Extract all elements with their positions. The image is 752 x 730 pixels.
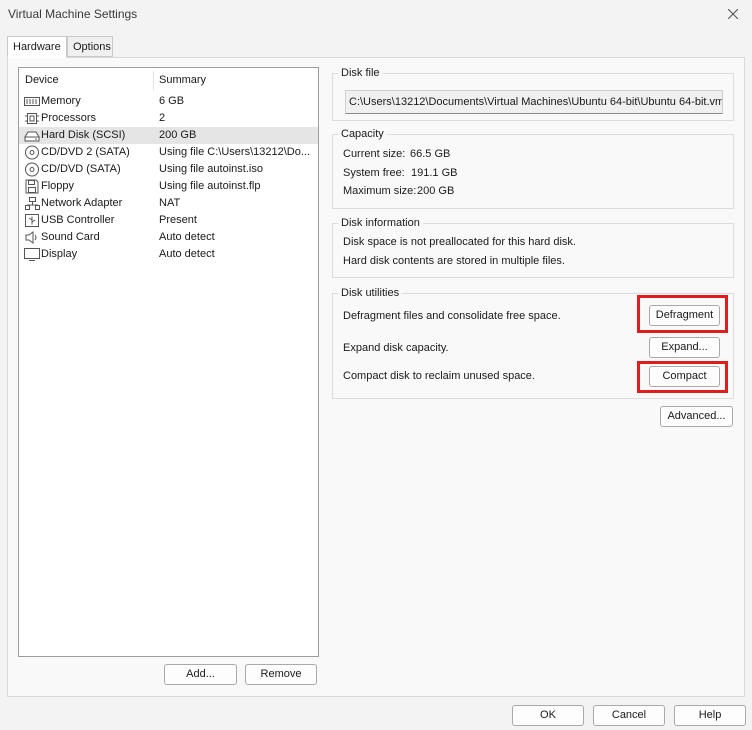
title-bar: Virtual Machine Settings bbox=[0, 0, 752, 30]
disk-info-multiple-files: Hard disk contents are stored in multipl… bbox=[343, 255, 565, 267]
device-row-display[interactable]: Display Auto detect bbox=[19, 246, 318, 263]
device-row-usb-controller[interactable]: USB Controller Present bbox=[19, 212, 318, 229]
disk-information-title: Disk information bbox=[338, 217, 423, 229]
expand-button[interactable]: Expand... bbox=[649, 337, 720, 358]
speaker-icon bbox=[25, 231, 37, 244]
device-summary: Auto detect bbox=[159, 248, 215, 260]
system-free-label: System free: bbox=[343, 167, 405, 179]
disk-information-group: Disk information Disk space is not preal… bbox=[332, 217, 734, 278]
device-summary: NAT bbox=[159, 197, 181, 209]
device-summary: Auto detect bbox=[159, 231, 215, 243]
cancel-button[interactable]: Cancel bbox=[593, 705, 665, 726]
memory-icon bbox=[24, 97, 40, 106]
cd-dvd-icon bbox=[25, 162, 39, 177]
disk-file-path-field[interactable]: C:\Users\13212\Documents\Virtual Machine… bbox=[345, 90, 723, 114]
device-row-hard-disk[interactable]: Hard Disk (SCSI) 200 GB bbox=[19, 127, 318, 144]
tab-options[interactable]: Options bbox=[67, 36, 113, 57]
compact-highlight bbox=[637, 361, 728, 393]
disk-file-group: Disk file C:\Users\13212\Documents\Virtu… bbox=[332, 67, 734, 121]
ok-button[interactable]: OK bbox=[512, 705, 584, 726]
device-name: Floppy bbox=[41, 180, 75, 192]
close-button[interactable] bbox=[720, 3, 746, 25]
device-list[interactable]: Device Summary Memory 6 GB Processors 2 … bbox=[18, 67, 319, 657]
expand-description: Expand disk capacity. bbox=[343, 342, 449, 354]
disk-file-title: Disk file bbox=[338, 67, 383, 79]
device-row-cd-dvd[interactable]: CD/DVD (SATA) Using file autoinst.iso bbox=[19, 161, 318, 178]
floppy-icon bbox=[25, 179, 39, 194]
device-name: USB Controller bbox=[41, 214, 115, 226]
device-name: Processors bbox=[41, 112, 97, 124]
window-title: Virtual Machine Settings bbox=[8, 7, 138, 21]
defragment-description: Defragment files and consolidate free sp… bbox=[343, 310, 561, 322]
cd-dvd-icon bbox=[25, 145, 39, 160]
column-header-device[interactable]: Device bbox=[25, 74, 59, 86]
disk-info-preallocation: Disk space is not preallocated for this … bbox=[343, 236, 576, 248]
device-row-memory[interactable]: Memory 6 GB bbox=[19, 93, 318, 110]
maximum-size-label: Maximum size: bbox=[343, 185, 417, 197]
advanced-button[interactable]: Advanced... bbox=[660, 406, 733, 427]
device-name: CD/DVD 2 (SATA) bbox=[41, 146, 130, 158]
tab-hardware[interactable]: Hardware bbox=[7, 36, 67, 58]
help-button[interactable]: Help bbox=[674, 705, 746, 726]
column-header-summary[interactable]: Summary bbox=[159, 74, 206, 86]
system-free-value: 191.1 GB bbox=[411, 167, 458, 179]
device-row-processors[interactable]: Processors 2 bbox=[19, 110, 318, 127]
close-icon bbox=[728, 9, 738, 19]
column-separator[interactable] bbox=[153, 71, 154, 90]
device-name: Sound Card bbox=[41, 231, 100, 243]
device-name: CD/DVD (SATA) bbox=[41, 163, 121, 175]
current-size-value: 66.5 GB bbox=[410, 148, 451, 160]
device-summary: 2 bbox=[159, 112, 166, 124]
device-summary: Using file autoinst.iso bbox=[159, 163, 263, 175]
device-row-network-adapter[interactable]: Network Adapter NAT bbox=[19, 195, 318, 212]
processor-icon bbox=[25, 113, 39, 124]
device-name: Hard Disk (SCSI) bbox=[41, 129, 126, 141]
remove-device-button[interactable]: Remove bbox=[245, 664, 317, 685]
usb-icon bbox=[25, 214, 39, 227]
device-name: Display bbox=[41, 248, 78, 260]
maximum-size-value: 200 GB bbox=[417, 185, 455, 197]
compact-description: Compact disk to reclaim unused space. bbox=[343, 370, 535, 382]
device-row-cd-dvd-2[interactable]: CD/DVD 2 (SATA) Using file C:\Users\1321… bbox=[19, 144, 318, 161]
device-row-floppy[interactable]: Floppy Using file autoinst.flp bbox=[19, 178, 318, 195]
device-summary: Using file C:\Users\13212\Do... bbox=[159, 146, 311, 158]
capacity-title: Capacity bbox=[338, 128, 387, 140]
device-summary: 6 GB bbox=[159, 95, 185, 107]
device-summary: 200 GB bbox=[159, 129, 197, 141]
capacity-group: Capacity Current size: 66.5 GB System fr… bbox=[332, 128, 734, 209]
device-row-sound-card[interactable]: Sound Card Auto detect bbox=[19, 229, 318, 246]
network-adapter-icon bbox=[25, 197, 40, 210]
monitor-icon bbox=[24, 248, 40, 261]
device-list-header: Device Summary bbox=[19, 68, 318, 92]
device-name: Network Adapter bbox=[41, 197, 123, 209]
device-summary: Using file autoinst.flp bbox=[159, 180, 261, 192]
device-summary: Present bbox=[159, 214, 197, 226]
disk-utilities-title: Disk utilities bbox=[338, 287, 403, 299]
defragment-highlight bbox=[637, 295, 728, 333]
hard-disk-icon bbox=[24, 131, 40, 142]
add-device-button[interactable]: Add... bbox=[164, 664, 237, 685]
current-size-label: Current size: bbox=[343, 148, 406, 160]
device-name: Memory bbox=[41, 95, 81, 107]
